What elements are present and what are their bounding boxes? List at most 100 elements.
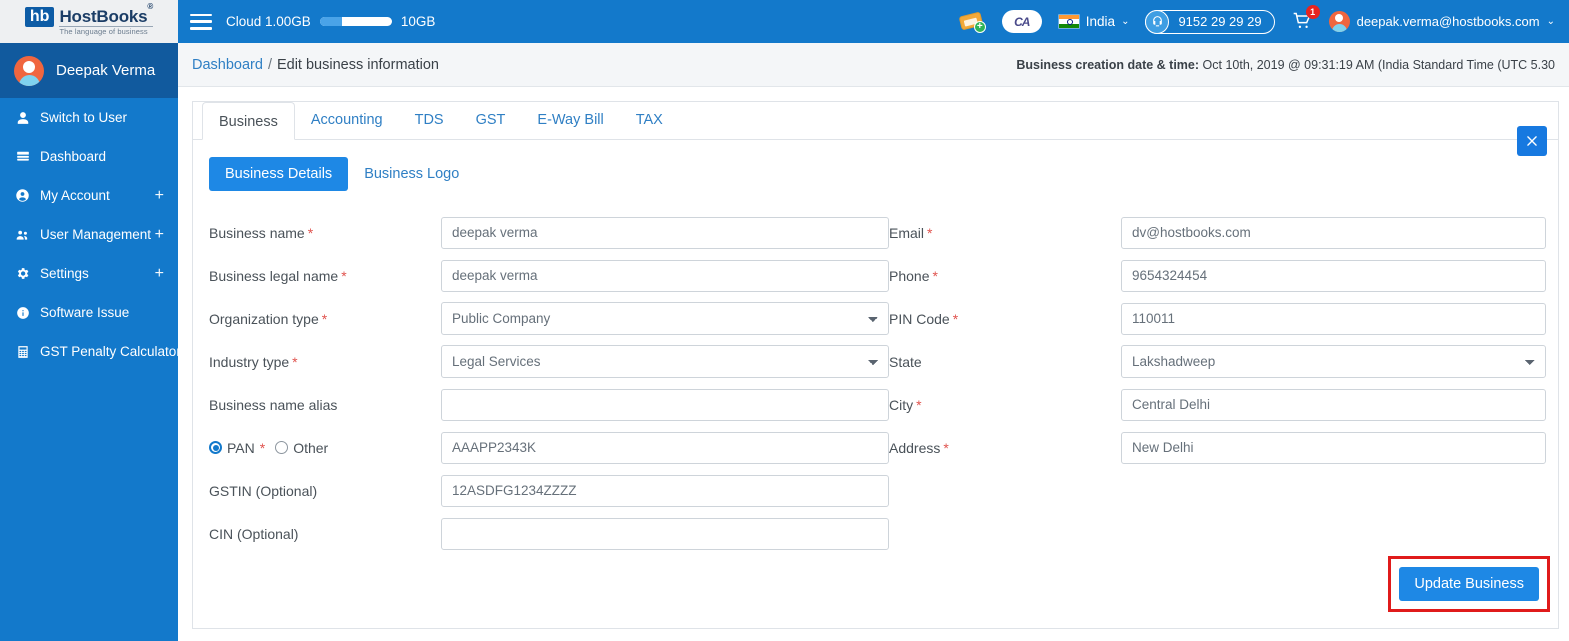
sidebar-user-name: Deepak Verma	[56, 62, 156, 79]
business-panel: Business Accounting TDS GST E-Way Bill T…	[192, 101, 1559, 629]
field-business-name: Business name *	[209, 211, 889, 254]
cin-input[interactable]	[441, 517, 889, 550]
hamburger-icon[interactable]	[190, 13, 212, 30]
field-label: Phone *	[889, 267, 938, 284]
expand-plus-icon[interactable]: +	[155, 187, 164, 204]
business-details-button[interactable]: Business Details	[209, 157, 349, 191]
address-input[interactable]	[1121, 431, 1546, 464]
tab-tax[interactable]: TAX	[620, 101, 679, 139]
required-marker: *	[321, 310, 328, 327]
field-address: Address *	[889, 426, 1546, 469]
expand-plus-icon[interactable]: +	[155, 265, 164, 282]
support-phone[interactable]: 9152 29 29 29	[1145, 9, 1275, 34]
sidebar-item-label: Software Issue	[40, 305, 130, 320]
close-icon[interactable]	[1517, 126, 1547, 156]
logo-name: HostBooks®	[59, 1, 154, 27]
country-label: India	[1085, 14, 1116, 29]
breadcrumb-separator: /	[267, 56, 272, 73]
pan-label: PAN	[227, 439, 255, 456]
pan-radio[interactable]	[209, 441, 222, 454]
required-marker: *	[916, 396, 922, 413]
breadcrumb-current: Edit business information	[276, 56, 439, 73]
email-input[interactable]	[1121, 216, 1546, 249]
field-label: Business name *	[209, 224, 314, 241]
tab-accounting[interactable]: Accounting	[295, 101, 399, 139]
user-email: deepak.verma@hostbooks.com	[1356, 14, 1540, 29]
field-state: State Lakshadweep	[889, 340, 1546, 383]
sidebar-user[interactable]: Deepak Verma	[0, 43, 178, 98]
tab-business[interactable]: Business	[202, 102, 295, 140]
business-creation-info: Business creation date & time: Oct 10th,…	[1016, 58, 1555, 72]
cloud-storage-label: Cloud 1.00GB	[226, 14, 311, 29]
tab-eway-bill[interactable]: E-Way Bill	[521, 101, 619, 139]
sidebar-item-gst-penalty-calculator[interactable]: GST Penalty Calculator	[0, 332, 181, 371]
india-flag-icon	[1057, 14, 1080, 29]
expand-plus-icon[interactable]: +	[155, 226, 164, 243]
city-input[interactable]	[1121, 388, 1546, 421]
field-label: Business name alias	[209, 396, 338, 413]
tab-gst[interactable]: GST	[460, 101, 522, 139]
business-creation-label: Business creation date & time:	[1016, 57, 1200, 72]
sidebar-item-dashboard[interactable]: Dashboard	[0, 137, 178, 176]
business-name-input[interactable]	[441, 216, 889, 249]
sidebar: Deepak Verma Switch to User Dashboard My…	[0, 43, 181, 641]
dashboard-icon	[13, 150, 32, 164]
organization-type-select[interactable]: Public Company	[441, 302, 889, 335]
field-label: Address *	[889, 439, 949, 456]
sidebar-item-switch-to-user[interactable]: Switch to User	[0, 98, 178, 137]
user-menu[interactable]: deepak.verma@hostbooks.com ⌄	[1328, 11, 1555, 32]
sidebar-item-label: User Management	[40, 227, 152, 242]
field-phone: Phone *	[889, 254, 1546, 297]
tab-bar: Business Accounting TDS GST E-Way Bill T…	[193, 102, 1558, 140]
business-form: Business name* Business legal name* Orga…	[193, 191, 1558, 555]
field-city: City *	[889, 383, 1546, 426]
cart-badge: 1	[1305, 4, 1320, 19]
ca-badge-icon[interactable]: CA	[1001, 10, 1042, 33]
country-selector[interactable]: India ⌄	[1057, 14, 1130, 29]
business-logo-link[interactable]: Business Logo	[354, 157, 469, 191]
sidebar-item-software-issue[interactable]: Software Issue	[0, 293, 178, 332]
update-business-button[interactable]: Update Business	[1399, 567, 1539, 601]
top-bar: hb HostBooks® The language of business C…	[0, 0, 1569, 43]
field-label: Email *	[889, 224, 933, 241]
sidebar-item-label: My Account	[40, 188, 110, 203]
field-business-name-alias: Business name alias	[209, 383, 889, 426]
industry-type-select[interactable]: Legal Services	[441, 345, 889, 378]
cart-icon[interactable]: 1	[1291, 4, 1320, 33]
field-label: Business legal name *	[209, 267, 347, 284]
pin-code-input[interactable]	[1121, 302, 1546, 335]
sidebar-item-my-account[interactable]: My Account +	[0, 176, 178, 215]
field-label: Organization type *	[209, 310, 328, 327]
breadcrumb-dashboard-link[interactable]: Dashboard	[192, 57, 263, 73]
support-phone-number: 9152 29 29 29	[1178, 14, 1262, 29]
field-industry-type: Industry type * Legal Services	[209, 340, 889, 383]
field-label: PAN * Other	[209, 440, 441, 456]
sidebar-item-label: Settings	[40, 266, 89, 281]
add-ticket-icon[interactable]: +	[958, 11, 986, 33]
sidebar-item-label: Switch to User	[40, 110, 128, 125]
user-icon	[13, 111, 32, 125]
business-name-alias-input[interactable]	[441, 388, 889, 421]
gstin-input[interactable]	[441, 474, 889, 507]
sidebar-item-user-management[interactable]: User Management +	[0, 215, 178, 254]
state-select[interactable]: Lakshadweep	[1121, 345, 1546, 378]
form-left-column: Business name* Business legal name* Orga…	[209, 211, 889, 555]
field-business-legal-name: Business legal name *	[209, 254, 889, 297]
required-marker: *	[259, 439, 266, 456]
field-organization-type: Organization type * Public Company	[209, 297, 889, 340]
chevron-down-icon: ⌄	[1546, 16, 1555, 27]
tab-tds[interactable]: TDS	[399, 101, 460, 139]
business-legal-name-input[interactable]	[441, 259, 889, 292]
required-marker: *	[927, 224, 933, 241]
pan-input[interactable]	[441, 431, 889, 464]
field-label: GSTIN (Optional)	[209, 482, 318, 499]
gear-icon	[13, 266, 32, 281]
other-label: Other	[293, 439, 329, 456]
other-radio[interactable]	[275, 441, 289, 454]
cloud-storage-max: 10GB	[400, 14, 436, 29]
chevron-down-icon: ⌄	[1121, 16, 1130, 27]
phone-input[interactable]	[1121, 259, 1546, 292]
sidebar-item-settings[interactable]: Settings +	[0, 254, 178, 293]
logo-tagline: The language of business	[59, 26, 154, 36]
brand-logo[interactable]: hb HostBooks® The language of business	[0, 0, 178, 43]
